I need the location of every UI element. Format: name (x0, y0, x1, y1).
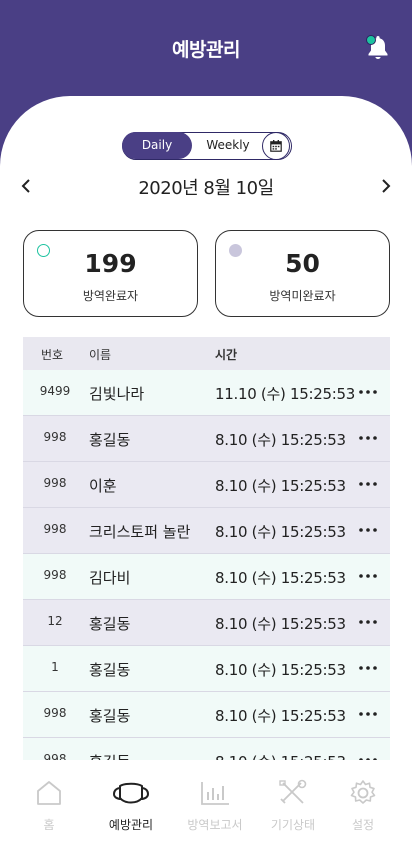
row-time: 8.10 (수) 15:25:53 (215, 615, 346, 633)
column-header-no: 번호 (40, 348, 64, 362)
row-number: 1 (51, 660, 59, 674)
more-horizontal-icon[interactable] (356, 610, 380, 634)
row-time: 8.10 (수) 15:25:53 (215, 523, 346, 541)
current-date: 2020년 8월 10일 (138, 178, 274, 199)
incomplete-summary-card[interactable]: 50 방역미완료자 (215, 230, 390, 317)
more-horizontal-icon[interactable] (356, 702, 380, 726)
quarantine-table: 번호 이름 시간 9499 김빛나라 11.10 (수) 15:25:53 998 홍길… (23, 337, 390, 760)
row-name: 홍길동 (89, 661, 131, 679)
completed-count: 199 (84, 249, 137, 278)
row-number: 998 (43, 522, 67, 536)
row-number: 998 (43, 706, 67, 720)
row-name: 이훈 (89, 477, 117, 495)
page-title: 예방관리 (172, 39, 240, 61)
home-icon (37, 781, 61, 805)
chevron-right-icon[interactable] (374, 174, 398, 198)
row-name: 홍길동 (89, 751, 130, 760)
tab-label: 홈 (43, 818, 55, 832)
gear-icon (350, 780, 376, 804)
more-horizontal-icon[interactable] (356, 748, 380, 760)
table-row[interactable]: 1 홍길동 8.10 (수) 15:25:53 (23, 646, 390, 692)
tab-label: 방역보고서 (187, 818, 243, 832)
row-time: 8.10 (수) 15:25:53 (215, 477, 346, 495)
table-row[interactable]: 12 홍길동 8.10 (수) 15:25:53 (23, 600, 390, 646)
row-time: 8.10 (수) 15:25:53 (215, 751, 346, 760)
row-name: 홍길동 (89, 707, 131, 725)
completed-summary-card[interactable]: 199 방역완료자 (23, 230, 198, 317)
more-horizontal-icon[interactable] (356, 564, 380, 588)
row-number: 998 (43, 568, 67, 582)
row-number: 998 (43, 752, 67, 760)
more-horizontal-icon[interactable] (356, 656, 380, 680)
bell-icon[interactable] (364, 33, 392, 61)
more-horizontal-icon[interactable] (356, 472, 380, 496)
period-toggle: Daily Weekly (122, 132, 292, 160)
tab-label: 설정 (351, 818, 375, 832)
column-header-name: 이름 (89, 348, 112, 362)
row-number: 998 (43, 430, 67, 444)
tab-label: 예방관리 (108, 818, 154, 832)
row-name: 홍길동 (89, 615, 131, 633)
incomplete-count: 50 (285, 249, 320, 278)
toggle-weekly[interactable]: Weekly (195, 133, 261, 158)
row-name: 김빛나라 (89, 385, 145, 403)
tab-home[interactable]: 홈 (8, 760, 90, 846)
toggle-daily[interactable]: Daily (122, 132, 192, 159)
mask-icon (113, 782, 149, 804)
table-row[interactable]: 998 크리스토퍼 놀란 8.10 (수) 15:25:53 (23, 508, 390, 554)
calendar-icon[interactable] (262, 132, 290, 160)
row-name: 홍길동 (89, 431, 131, 449)
date-navigator: 2020년 8월 10일 (0, 172, 412, 202)
table-row[interactable]: 998 김다비 8.10 (수) 15:25:53 (23, 554, 390, 600)
table-row[interactable]: 998 홍길동 8.10 (수) 15:25:53 (23, 416, 390, 462)
table-row[interactable]: 998 홍길동 8.10 (수) 15:25:53 (23, 738, 390, 760)
row-number: 998 (43, 476, 67, 490)
more-horizontal-icon[interactable] (356, 380, 380, 404)
row-name: 크리스토퍼 놀란 (89, 523, 191, 541)
completed-label: 방역완료자 (82, 289, 139, 303)
tab-settings[interactable]: 설정 (322, 760, 404, 846)
more-horizontal-icon[interactable] (356, 518, 380, 542)
row-number: 9499 (39, 384, 71, 398)
row-time: 8.10 (수) 15:25:53 (215, 707, 346, 725)
tab-report[interactable]: 방역보고서 (174, 760, 256, 846)
row-time: 11.10 (수) 15:25:53 (215, 385, 355, 403)
notification-dot (366, 35, 376, 45)
table-row[interactable]: 9499 김빛나라 11.10 (수) 15:25:53 (23, 370, 390, 416)
content-sheet: Daily Weekly 2020년 8월 10일 199 방역완료자 50 방… (0, 96, 412, 760)
table-row[interactable]: 998 홍길동 8.10 (수) 15:25:53 (23, 692, 390, 738)
tab-prevention[interactable]: 예방관리 (90, 760, 172, 846)
table-row[interactable]: 998 이훈 8.10 (수) 15:25:53 (23, 462, 390, 508)
row-number: 12 (47, 614, 63, 628)
row-time: 8.10 (수) 15:25:53 (215, 661, 346, 679)
bottom-tab-bar: 홈 예방관리 방역보고서 기기상태 설정 (0, 760, 412, 846)
tools-icon (279, 779, 307, 804)
more-horizontal-icon[interactable] (356, 426, 380, 450)
table-body: 9499 김빛나라 11.10 (수) 15:25:53 998 홍길동 8.10 (수)… (23, 370, 390, 760)
incomplete-label: 방역미완료자 (269, 289, 336, 303)
row-name: 김다비 (89, 569, 131, 587)
row-time: 8.10 (수) 15:25:53 (215, 431, 346, 449)
column-header-time: 시간 (215, 348, 238, 362)
table-header: 번호 이름 시간 (23, 337, 390, 370)
bar-chart-icon (201, 782, 229, 805)
row-time: 8.10 (수) 15:25:53 (215, 569, 346, 587)
